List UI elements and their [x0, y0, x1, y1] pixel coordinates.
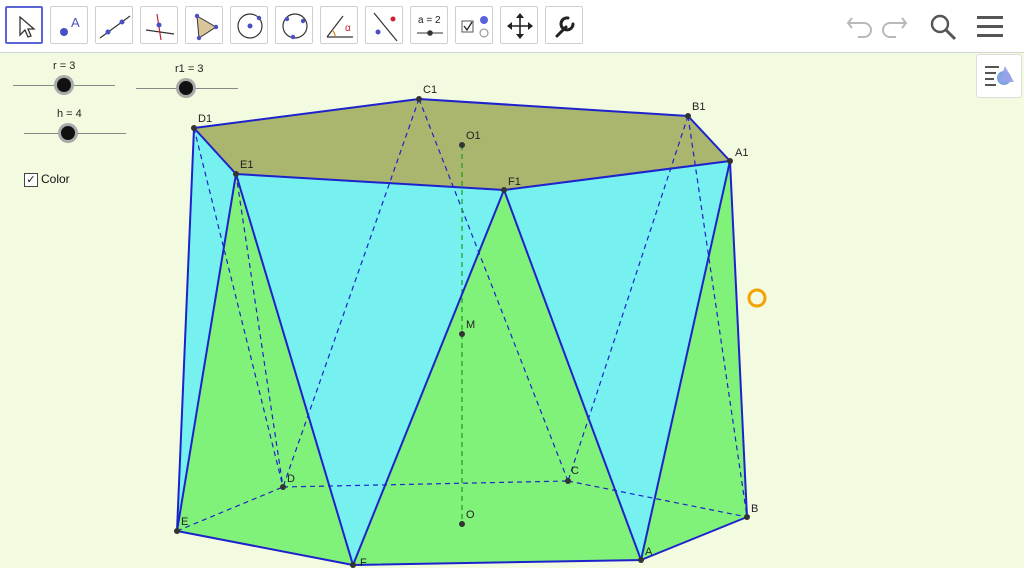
- slider-h-label: h = 4: [57, 108, 82, 120]
- line-tool-button[interactable]: [95, 6, 133, 44]
- menu-icon: [977, 16, 1003, 37]
- point-d1: [191, 125, 197, 131]
- label-c: C: [571, 465, 579, 477]
- point-f1: [501, 187, 507, 193]
- label-m: M: [466, 319, 475, 331]
- point-d: [280, 484, 286, 490]
- search-button[interactable]: [925, 8, 961, 44]
- point-c: [565, 478, 571, 484]
- rotation-handle[interactable]: [747, 288, 767, 308]
- label-f1: F1: [508, 176, 521, 188]
- toolbar: A α a = 2: [0, 0, 1024, 53]
- label-o1: O1: [466, 130, 481, 142]
- redo-button[interactable]: [878, 8, 914, 44]
- point-b: [744, 514, 750, 520]
- point-o: [459, 521, 465, 527]
- line-through-points-icon: [99, 15, 131, 39]
- undo-button[interactable]: [840, 8, 876, 44]
- angle-tool-button[interactable]: α: [320, 6, 358, 44]
- undo-icon: [846, 17, 872, 38]
- slider-icon: a = 2: [417, 15, 443, 36]
- label-c1: C1: [423, 84, 437, 96]
- tools-wrench-button[interactable]: [545, 6, 583, 44]
- point-e: [174, 528, 180, 534]
- slider-r1-knob[interactable]: [179, 81, 193, 95]
- polygon-tool-button[interactable]: [185, 6, 223, 44]
- label-d1: D1: [198, 113, 212, 125]
- point-f: [350, 562, 356, 568]
- graphics-view[interactable]: A B C D E F A1 B1 C1 D1 E1 F1 O O1 M: [0, 53, 1024, 568]
- point-tool-button[interactable]: A: [50, 6, 88, 44]
- circle-center-icon: [237, 13, 263, 39]
- label-a: A: [645, 546, 653, 558]
- label-e: E: [181, 516, 188, 528]
- perpendicular-line-icon: [145, 13, 175, 41]
- slider-r1-label: r1 = 3: [175, 63, 204, 75]
- angle-icon: α: [326, 15, 353, 38]
- angle-tool-text: α: [345, 23, 351, 34]
- reflect-line-tool-button[interactable]: [365, 6, 403, 44]
- label-b: B: [751, 503, 758, 515]
- point-e1: [233, 171, 239, 177]
- polygon-icon: [194, 13, 219, 41]
- redo-icon: [882, 17, 908, 38]
- point-a: [638, 557, 644, 563]
- main-menu-button[interactable]: [972, 8, 1008, 44]
- circle-three-points-icon: [282, 13, 308, 40]
- label-o: O: [466, 509, 475, 521]
- point-a1: [727, 158, 733, 164]
- move-tool-button[interactable]: [5, 6, 43, 44]
- point-o1: [459, 142, 465, 148]
- label-f: F: [360, 557, 367, 568]
- search-icon: [930, 14, 957, 41]
- point-c1: [416, 96, 422, 102]
- slider-r[interactable]: [13, 78, 115, 94]
- point-icon: A: [60, 15, 80, 36]
- circle-center-point-tool-button[interactable]: [230, 6, 268, 44]
- slider-r-label: r = 3: [53, 60, 76, 72]
- reflect-icon: [373, 12, 398, 42]
- color-checkbox[interactable]: ✓: [24, 173, 38, 187]
- slider-h-track: [24, 133, 126, 134]
- label-a1: A1: [735, 147, 748, 159]
- slider-r-knob[interactable]: [57, 78, 71, 92]
- slider-r1[interactable]: [136, 81, 238, 97]
- wrench-icon: [555, 16, 575, 38]
- arrow-cursor-icon: [19, 15, 36, 38]
- color-checkbox-label: Color: [41, 172, 70, 186]
- label-d: D: [287, 473, 295, 485]
- move-view-tool-button[interactable]: [500, 6, 538, 44]
- point-m: [459, 331, 465, 337]
- label-b1: B1: [692, 101, 705, 113]
- checkbox-tool-button[interactable]: [455, 6, 493, 44]
- point-tool-text: A: [71, 15, 80, 30]
- checkbox-icon: [461, 16, 489, 38]
- circle-three-points-tool-button[interactable]: [275, 6, 313, 44]
- point-b1: [685, 113, 691, 119]
- move-graphics-view-icon: [507, 13, 533, 39]
- slider-h[interactable]: [24, 126, 126, 142]
- slider-h-knob[interactable]: [61, 126, 75, 140]
- slider-tool-button[interactable]: a = 2: [410, 6, 448, 44]
- slider-tool-text: a = 2: [418, 15, 441, 26]
- label-e1: E1: [240, 159, 253, 171]
- perpendicular-line-tool-button[interactable]: [140, 6, 178, 44]
